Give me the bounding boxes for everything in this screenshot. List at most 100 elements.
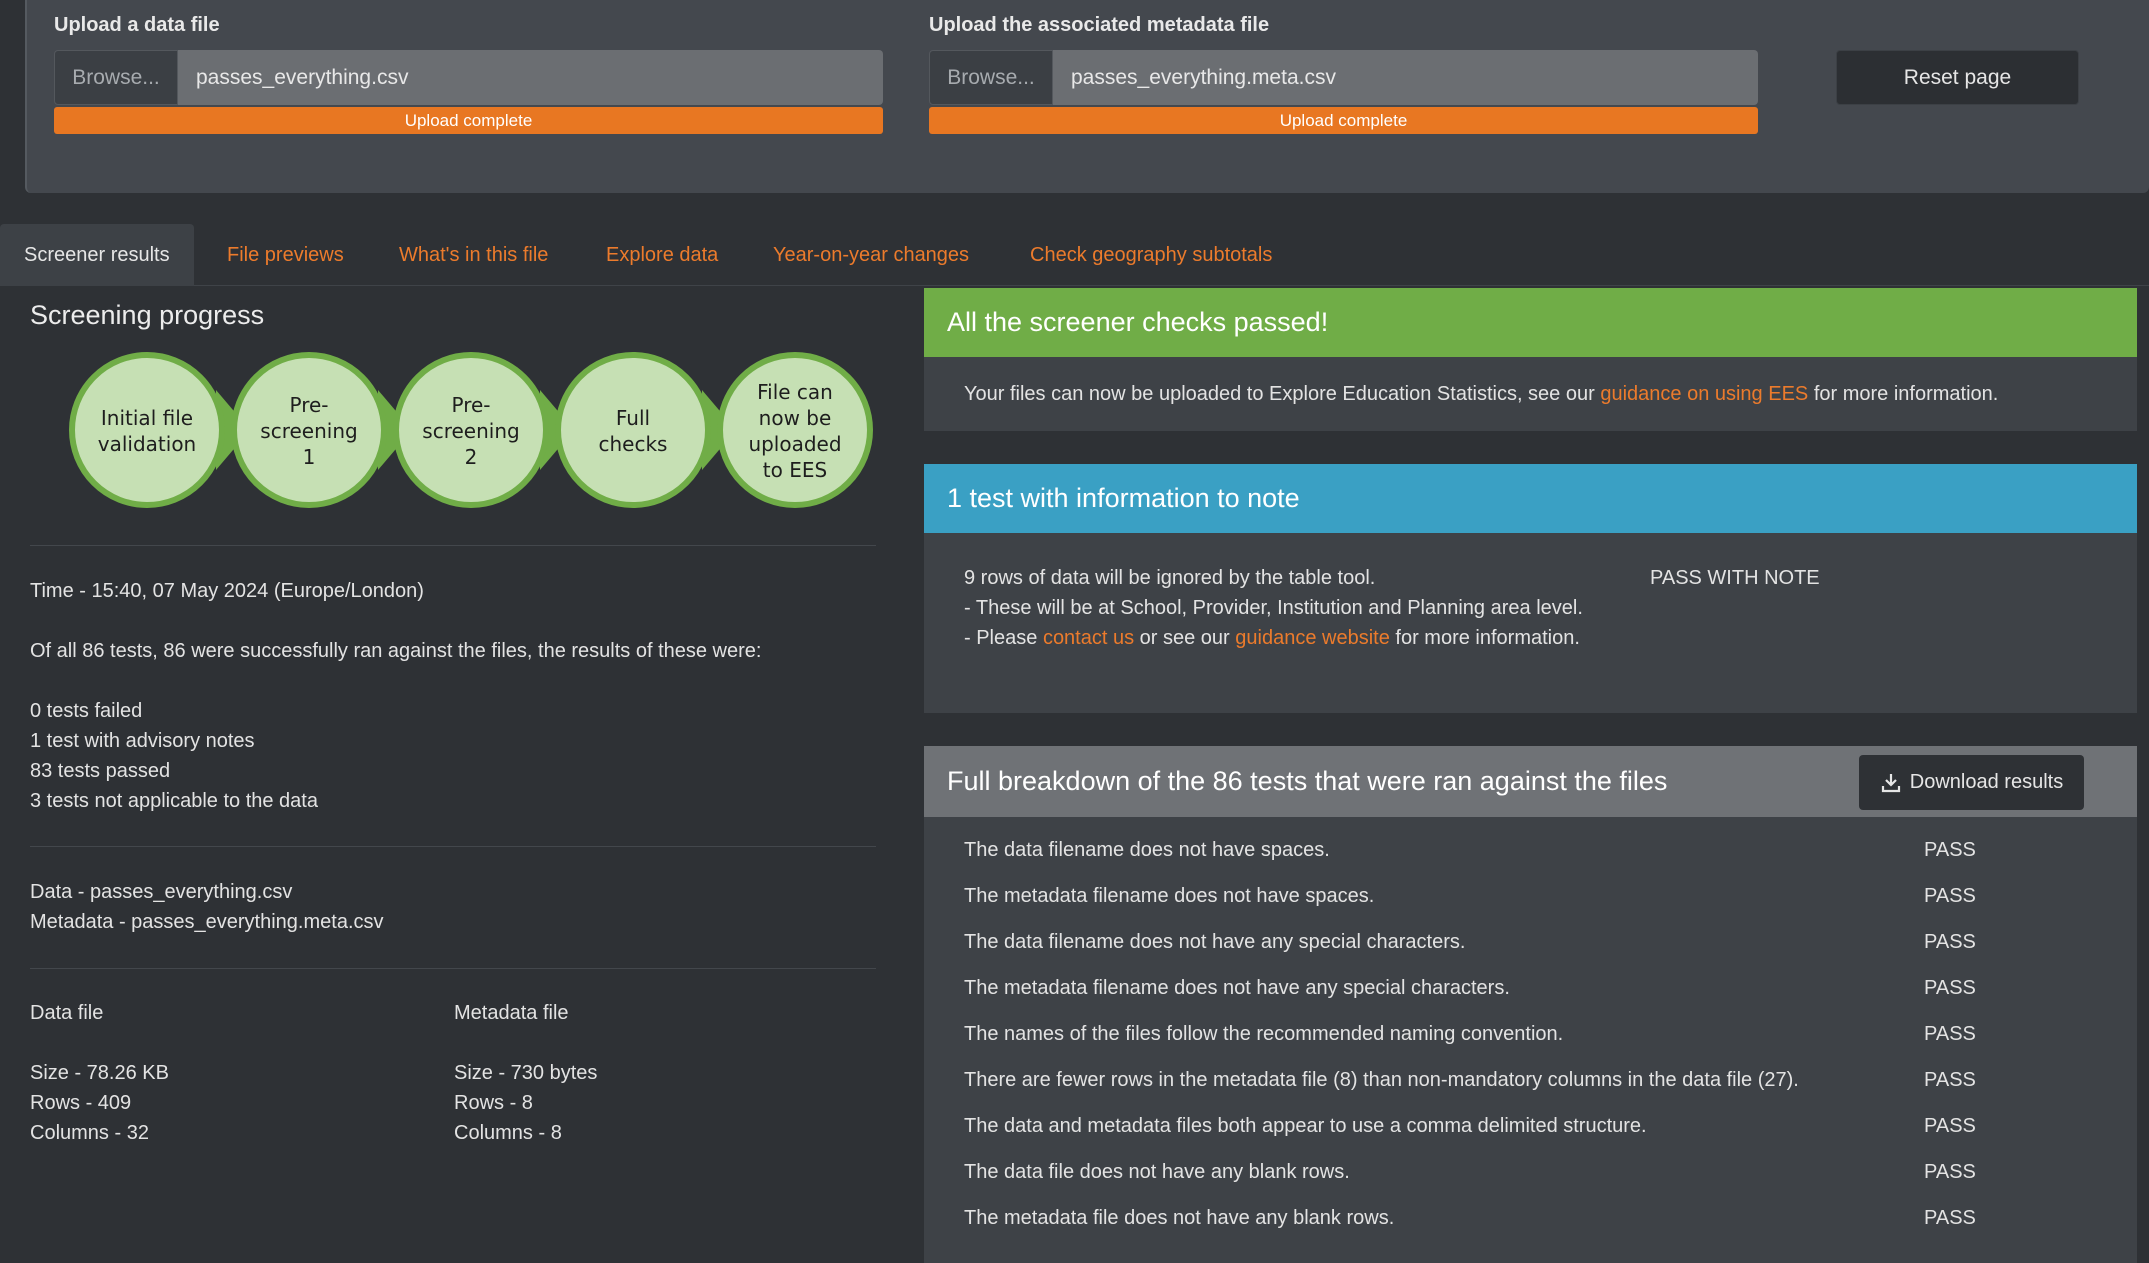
note-line-3-end: for more information. [1389, 627, 1580, 649]
breakdown-list: The data filename does not have spaces. P… [924, 817, 2137, 1263]
metadata-file-size: Size - 730 bytes [454, 1062, 598, 1084]
progress-step-label: checks [599, 432, 668, 456]
tab-explore-data[interactable]: Explore data [606, 224, 718, 286]
test-name: The metadata filename does not have any … [964, 977, 1510, 999]
progress-step-label: Full [616, 406, 650, 430]
meta-filename-field[interactable]: passes_everything.meta.csv [1053, 50, 1758, 105]
progress-step-label: uploaded [748, 432, 841, 456]
note-line-3-text: - Please [964, 627, 1043, 649]
test-name: The data file does not have any blank ro… [964, 1161, 1350, 1183]
tab-check-geography-subtotals[interactable]: Check geography subtotals [1030, 224, 1272, 286]
test-name: The names of the files follow the recomm… [964, 1023, 1564, 1045]
meta-upload-label: Upload the associated metadata file [929, 14, 1270, 36]
tests-passed: 83 tests passed [30, 760, 171, 782]
progress-step-label: File can [757, 380, 833, 404]
progress-step-label: 2 [465, 445, 478, 469]
data-file-name: Data - passes_everything.csv [30, 881, 293, 903]
test-row: The metadata file does not have any blan… [964, 1207, 2124, 1230]
note-line-2: - These will be at School, Provider, Ins… [964, 597, 1583, 619]
test-name: The metadata filename does not have spac… [964, 885, 1375, 907]
checks-passed-text-end: for more information. [1808, 383, 1999, 405]
progress-step-label: screening [260, 419, 357, 443]
metadata-file-name: Metadata - passes_everything.meta.csv [30, 911, 384, 933]
progress-step-label: Pre- [451, 393, 490, 417]
test-result: PASS [1924, 977, 1976, 999]
meta-upload-progress: Upload complete [929, 107, 1758, 134]
info-note-title: 1 test with information to note [924, 464, 2137, 533]
data-file-input[interactable]: Browse... passes_everything.csv [54, 50, 883, 105]
tests-advisory: 1 test with advisory notes [30, 730, 255, 752]
reset-page-button[interactable]: Reset page [1836, 50, 2079, 105]
test-row: The data file does not have any blank ro… [964, 1161, 2124, 1184]
test-row: The data filename does not have spaces. P… [964, 839, 2124, 862]
data-browse-button[interactable]: Browse... [54, 50, 178, 105]
run-time: Time - 15:40, 07 May 2024 (Europe/London… [30, 580, 424, 602]
note-status: PASS WITH NOTE [1650, 567, 1820, 589]
progress-step-circle [69, 352, 225, 508]
checks-passed-card: All the screener checks passed! Your fil… [924, 288, 2137, 431]
divider [30, 968, 876, 969]
test-row: There are fewer rows in the metadata fil… [964, 1069, 2124, 1092]
tab-whats-in-this-file[interactable]: What's in this file [399, 224, 548, 286]
meta-browse-button[interactable]: Browse... [929, 50, 1053, 105]
test-result: PASS [1924, 931, 1976, 953]
test-name: The data and metadata files both appear … [964, 1115, 1647, 1137]
data-file-size: Size - 78.26 KB [30, 1062, 169, 1084]
tests-failed: 0 tests failed [30, 700, 143, 722]
test-name: The metadata file does not have any blan… [964, 1207, 1395, 1229]
note-line-3-mid: or see our [1134, 627, 1236, 649]
checks-passed-text: Your files can now be uploaded to Explor… [964, 383, 1601, 405]
data-upload-progress: Upload complete [54, 107, 883, 134]
download-results-label: Download results [1909, 771, 2064, 793]
screening-progress-diagram: Initial filevalidationPre-screening1Pre-… [69, 352, 873, 508]
progress-step-label: 1 [303, 445, 316, 469]
test-result: PASS [1924, 1161, 1976, 1183]
test-result: PASS [1924, 1115, 1976, 1137]
progress-step-label: Initial file [101, 406, 193, 430]
screening-progress-title: Screening progress [30, 300, 265, 330]
test-name: The data filename does not have spaces. [964, 839, 1330, 861]
test-name: There are fewer rows in the metadata fil… [964, 1069, 1799, 1091]
progress-step-label: Pre- [289, 393, 328, 417]
tab-file-previews[interactable]: File previews [227, 224, 344, 286]
data-filename-field[interactable]: passes_everything.csv [178, 50, 883, 105]
tab-year-on-year-changes[interactable]: Year-on-year changes [773, 224, 969, 286]
progress-step-label: to EES [763, 458, 827, 482]
test-result: PASS [1924, 885, 1976, 907]
download-icon [1881, 773, 1900, 792]
data-file-columns: Columns - 32 [30, 1122, 149, 1144]
tab-screener-results[interactable]: Screener results [0, 224, 194, 286]
metadata-file-heading: Metadata file [454, 1002, 569, 1024]
full-breakdown-card: Full breakdown of the 86 tests that were… [924, 746, 2137, 1263]
progress-step-label: screening [422, 419, 519, 443]
metadata-file-columns: Columns - 8 [454, 1122, 562, 1144]
meta-file-input[interactable]: Browse... passes_everything.meta.csv [929, 50, 1758, 105]
tab-bar: Screener results File previews What's in… [0, 224, 2149, 286]
metadata-file-rows: Rows - 8 [454, 1092, 533, 1114]
test-row: The metadata filename does not have any … [964, 977, 2124, 1000]
download-results-button[interactable]: Download results [1859, 755, 2084, 810]
checks-passed-title: All the screener checks passed! [924, 288, 2137, 357]
guidance-website-link[interactable]: guidance website [1235, 627, 1390, 649]
guidance-on-using-ees-link[interactable]: guidance on using EES [1600, 383, 1808, 405]
data-file-rows: Rows - 409 [30, 1092, 132, 1114]
divider [30, 846, 876, 847]
test-result: PASS [1924, 839, 1976, 861]
test-row: The data and metadata files both appear … [964, 1115, 2124, 1138]
checks-passed-message: Your files can now be uploaded to Explor… [924, 357, 2137, 406]
progress-step-label: validation [98, 432, 196, 456]
breakdown-header: Full breakdown of the 86 tests that were… [924, 746, 2137, 817]
test-result: PASS [1924, 1069, 1976, 1091]
note-line-3: - Please contact us or see our guidance … [964, 627, 1580, 650]
contact-us-link[interactable]: contact us [1043, 627, 1134, 649]
info-note-body: 9 rows of data will be ignored by the ta… [924, 533, 2137, 713]
progress-step-circle [717, 352, 873, 508]
test-row: The metadata filename does not have spac… [964, 885, 2124, 908]
test-result: PASS [1924, 1023, 1976, 1045]
breakdown-title: Full breakdown of the 86 tests that were… [947, 766, 1668, 796]
info-note-card: 1 test with information to note 9 rows o… [924, 464, 2137, 713]
tests-intro: Of all 86 tests, 86 were successfully ra… [30, 640, 762, 662]
data-file-heading: Data file [30, 1002, 104, 1024]
note-line-1: 9 rows of data will be ignored by the ta… [964, 567, 1376, 589]
test-result: PASS [1924, 1207, 1976, 1229]
